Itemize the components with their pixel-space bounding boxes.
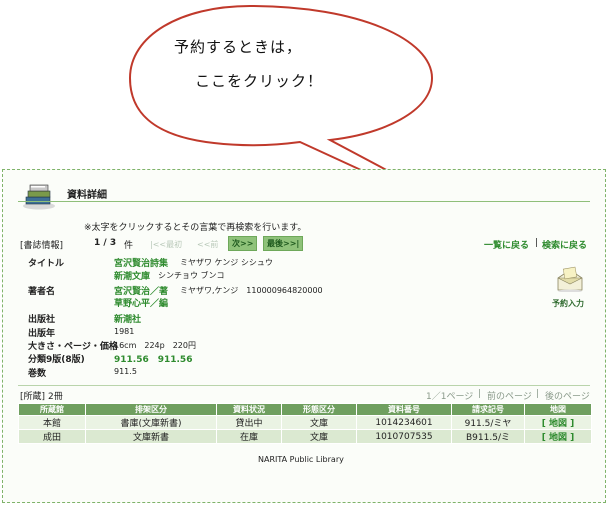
header-divider [18,201,590,202]
table-cell: 貸出中 [216,415,282,430]
holdings-table: 所蔵館 排架区分 資料状況 形態区分 資料番号 請求記号 地図 本館 書庫(文庫… [18,403,592,444]
table-cell: 在庫 [216,429,282,444]
table-cell: 文庫 [281,429,357,444]
volume-label: 巻数 [28,369,47,379]
table-cell: 文庫新書 [85,429,217,444]
col-header: 形態区分 [281,403,357,416]
table-cell: B911.5/ミ [451,429,525,444]
author1-kana: ミヤザワ,ケンジ 110000964820000 [180,286,323,295]
col-header: 資料番号 [356,403,452,416]
table-cell: 成田 [18,429,86,444]
callout-line-1: 予約するときは， [174,38,303,56]
table-row: 成田 文庫新書 在庫 文庫 1010707535 B911.5/ミ [ 地図 ] [18,429,592,444]
map-link[interactable]: [ 地図 ] [524,429,592,444]
author-label: 著者名 [28,287,56,297]
year-label: 出版年 [28,329,56,339]
next-page-link[interactable]: 後のページ [545,389,590,402]
col-header: 請求記号 [451,403,525,416]
back-to-search-link[interactable]: 検索に戻る [542,238,587,251]
nav-separator: | [535,238,539,248]
holdings-divider [18,385,590,386]
holdings-count: 2冊 [48,392,63,402]
title-value-link[interactable]: 宮沢賢治詩集 [114,256,168,269]
prev-record-link[interactable]: <<前 [197,239,218,250]
col-header: 所蔵館 [18,403,86,416]
envelope-icon [557,266,583,292]
table-row: 本館 書庫(文庫新書) 貸出中 文庫 1014234601 911.5/ミヤ [… [18,415,592,430]
title-kana: ミヤザワ ケンジ シシュウ [180,258,273,267]
holdings-header-row: 所蔵館 排架区分 資料状況 形態区分 資料番号 請求記号 地図 [18,403,592,416]
back-to-list-link[interactable]: 一覧に戻る [484,238,529,251]
record-unit: 件 [124,241,134,251]
size-label: 大きさ・ページ・価格 [28,342,118,352]
table-cell: 1014234601 [356,415,452,430]
reserve-button[interactable]: 予約入力 [546,262,596,312]
series-value-link[interactable]: 新潮文庫 [114,269,150,282]
table-cell: 文庫 [281,415,357,430]
books-icon [23,184,55,210]
pager-sep-1: | [478,389,482,399]
publisher-label: 出版社 [28,315,56,325]
ndc-label: 分類9版(8版) [28,355,85,365]
notice-text: ※太字をクリックするとその言葉で再検索を行います。 [84,223,307,233]
title-label: タイトル [28,259,65,269]
page-title: 資料詳細 [67,190,107,201]
table-cell: 1010707535 [356,429,452,444]
ndc-value-link[interactable]: 911.56 911.56 [114,352,192,365]
table-cell: 本館 [18,415,86,430]
series-kana: シンチョウ ブンコ [158,271,225,280]
year-value: 1981 [114,327,135,336]
table-cell: 911.5/ミヤ [451,415,525,430]
holdings-section-label: [所蔵] [20,392,46,402]
prev-page-link[interactable]: 前のページ [487,389,532,402]
pager-sep-2: | [536,389,540,399]
volume-value: 911.5 [114,367,137,376]
author2-link[interactable]: 草野心平／編 [114,296,168,309]
size-value: 16cm 224p 220円 [114,341,196,350]
next-record-button[interactable]: 次>> [228,236,258,251]
footer-text: NARITA Public Library [258,455,344,464]
first-record-link[interactable]: |<<最初 [150,239,182,250]
col-header: 排架区分 [85,403,217,416]
reserve-label: 予約入力 [552,299,584,308]
map-link[interactable]: [ 地図 ] [524,415,592,430]
table-cell: 書庫(文庫新書) [85,415,217,430]
holdings-pager: 1／1ページ [426,392,474,402]
bib-section-label: [書誌情報] [20,241,64,251]
record-position: 1 / 3 [94,238,117,248]
col-header: 資料状況 [216,403,282,416]
last-record-button[interactable]: 最後>>| [263,236,304,251]
callout-line-2: ここをクリック！ [195,72,324,90]
col-header: 地図 [524,403,592,416]
publisher-link[interactable]: 新潮社 [114,312,141,325]
